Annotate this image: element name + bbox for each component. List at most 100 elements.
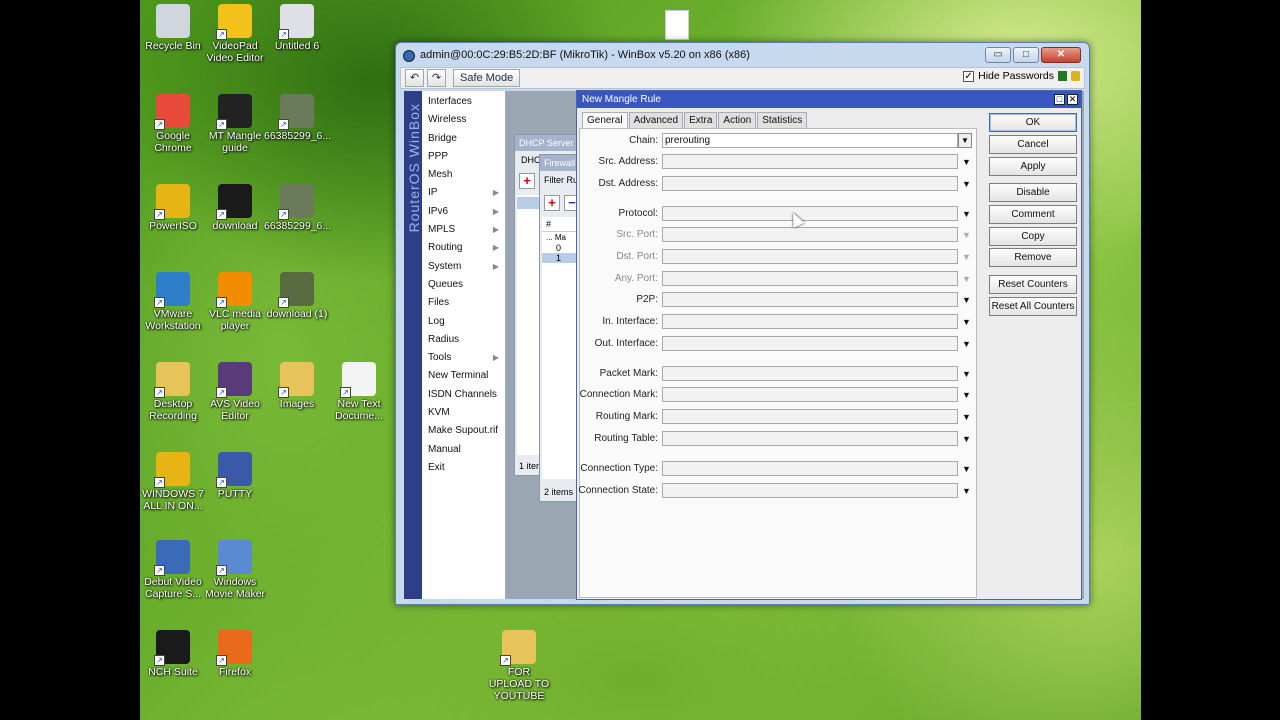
field-input[interactable] <box>662 431 958 446</box>
apply-button[interactable]: Apply <box>989 157 1077 176</box>
desktop-icon[interactable]: ↗ Google Chrome <box>140 94 206 154</box>
copy-button[interactable]: Copy <box>989 227 1077 246</box>
mangle-titlebar[interactable]: New Mangle Rule □ ✕ <box>577 91 1081 108</box>
menu-item[interactable]: Make Supout.rif <box>422 422 505 440</box>
tab-advanced[interactable]: Advanced <box>628 112 684 128</box>
desktop-icon[interactable]: ↗ download (1) <box>264 272 330 320</box>
desktop-icon[interactable]: ↗ Images <box>264 362 330 410</box>
dropdown-arrow-icon[interactable]: ▼ <box>962 339 971 349</box>
remove-button[interactable]: Remove <box>989 248 1077 267</box>
desktop-icon[interactable]: ↗ Desktop Recording <box>140 362 206 422</box>
minimize-button[interactable]: ▭ <box>985 47 1011 63</box>
tab-statistics[interactable]: Statistics <box>757 112 808 128</box>
field-input[interactable]: prerouting <box>662 133 958 148</box>
desktop-icon[interactable]: ↗ VideoPad Video Editor <box>202 4 268 64</box>
menu-item[interactable]: Wireless <box>422 111 505 129</box>
dropdown-arrow-icon[interactable]: ▼ <box>962 464 971 474</box>
desktop-icon[interactable]: Recycle Bin <box>140 4 206 52</box>
reset-all-counters-button[interactable]: Reset All Counters <box>989 297 1077 316</box>
desktop-icon[interactable]: ↗ FOR UPLOAD TO YOUTUBE <box>486 630 552 702</box>
menu-item[interactable]: Bridge <box>422 130 505 148</box>
dropdown-arrow-icon[interactable]: ▼ <box>962 157 971 167</box>
maximize-button[interactable]: □ <box>1013 47 1039 63</box>
ok-button[interactable]: OK <box>989 113 1077 132</box>
desktop-icon[interactable]: ↗ PowerISO <box>140 184 206 232</box>
tab-extra[interactable]: Extra <box>684 112 718 128</box>
field-input[interactable] <box>662 336 958 351</box>
menu-item[interactable]: Manual <box>422 441 505 459</box>
menu-item[interactable]: Mesh <box>422 166 505 184</box>
desktop-icon[interactable]: ↗ New Text Docume... <box>326 362 392 422</box>
desktop-icon[interactable]: ↗ NCH Suite <box>140 630 206 678</box>
mangle-restore-button[interactable]: □ <box>1054 94 1065 105</box>
menu-item[interactable]: PPP <box>422 148 505 166</box>
menu-item[interactable]: Exit <box>422 459 505 477</box>
winbox-titlebar[interactable]: admin@00:0C:29:B5:2D:BF (MikroTik) - Win… <box>396 43 1089 69</box>
desktop-icon[interactable]: ↗ AVS Video Editor <box>202 362 268 422</box>
desktop-icon[interactable]: ↗ MT Mangle guide <box>202 94 268 154</box>
redo-button[interactable]: ↷ <box>427 69 446 87</box>
comment-button[interactable]: Comment <box>989 205 1077 224</box>
hide-passwords[interactable]: ✓ Hide Passwords <box>963 70 1080 82</box>
desktop-icon[interactable]: ↗ 66385299_6... <box>264 184 331 232</box>
menu-item[interactable]: IP ▶ <box>422 184 505 202</box>
tab-general[interactable]: General <box>582 112 628 128</box>
menu-item[interactable]: MPLS ▶ <box>422 221 505 239</box>
desktop-icon[interactable]: ↗ Debut Video Capture S... <box>140 540 206 600</box>
dropdown-arrow-icon[interactable]: ▼ <box>962 317 971 327</box>
field-input[interactable] <box>662 483 958 498</box>
desktop-app-icon: ↗ <box>216 184 252 220</box>
tab-action[interactable]: Action <box>718 112 757 128</box>
menu-item[interactable]: Radius <box>422 331 505 349</box>
dropdown-arrow-icon[interactable]: ▼ <box>962 209 971 219</box>
firewall-add-icon[interactable]: + <box>544 195 560 211</box>
safe-mode-button[interactable]: Safe Mode <box>453 69 521 87</box>
menu-item[interactable]: Routing ▶ <box>422 239 505 257</box>
menu-item[interactable]: Tools ▶ <box>422 349 505 367</box>
desktop-icon[interactable]: ↗ VMware Workstation <box>140 272 206 332</box>
close-button[interactable]: ✕ <box>1041 47 1081 63</box>
mangle-close-button[interactable]: ✕ <box>1067 94 1078 105</box>
desktop-icon[interactable]: ↗ Firefox <box>202 630 268 678</box>
dropdown-arrow-icon[interactable]: ▼ <box>962 486 971 496</box>
menu-item[interactable]: System ▶ <box>422 258 505 276</box>
menu-item[interactable]: Log <box>422 313 505 331</box>
field-input[interactable] <box>662 314 958 329</box>
undo-button[interactable]: ↶ <box>405 69 424 87</box>
desktop-icon[interactable]: ↗ 66385299_6... <box>264 94 331 142</box>
field-input[interactable] <box>662 461 958 476</box>
dropdown-arrow-icon[interactable]: ▼ <box>962 295 971 305</box>
hide-passwords-checkbox[interactable]: ✓ <box>963 70 975 82</box>
menu-item[interactable]: Files <box>422 294 505 312</box>
disable-button[interactable]: Disable <box>989 183 1077 202</box>
reset-counters-button[interactable]: Reset Counters <box>989 275 1077 294</box>
cancel-button[interactable]: Cancel <box>989 135 1077 154</box>
field-input[interactable] <box>662 387 958 402</box>
dropdown-arrow-icon[interactable]: ▼ <box>962 369 971 379</box>
menu-item[interactable]: ISDN Channels <box>422 386 505 404</box>
menu-item[interactable]: IPv6 ▶ <box>422 203 505 221</box>
menu-item[interactable]: Interfaces <box>422 93 505 111</box>
field-input[interactable] <box>662 176 958 191</box>
menu-item[interactable]: Queues <box>422 276 505 294</box>
desktop-icon[interactable]: ↗ VLC media player <box>202 272 268 332</box>
field-row: Src. Port: ▼ <box>580 227 976 243</box>
field-input[interactable] <box>662 366 958 381</box>
dhcp-add-icon[interactable]: + <box>519 173 535 189</box>
dropdown-arrow-icon[interactable]: ▼ <box>962 390 971 400</box>
menu-item[interactable]: KVM <box>422 404 505 422</box>
field-input[interactable] <box>662 154 958 169</box>
desktop-icon[interactable]: ↗ WINDOWS 7 ALL IN ON... <box>140 452 206 512</box>
field-input[interactable] <box>662 292 958 307</box>
desktop-icon[interactable]: ↗ download <box>202 184 268 232</box>
dropdown-arrow-icon[interactable]: ▼ <box>962 412 971 422</box>
dropdown-arrow-icon[interactable]: ▼ <box>962 179 971 189</box>
field-input[interactable] <box>662 206 958 221</box>
desktop-icon[interactable]: ↗ Windows Movie Maker <box>202 540 268 600</box>
menu-item[interactable]: New Terminal <box>422 367 505 385</box>
desktop-icon[interactable]: ↗ Untitled 6 <box>264 4 330 52</box>
dropdown-arrow-icon[interactable]: ▼ <box>958 133 972 148</box>
field-input[interactable] <box>662 409 958 424</box>
desktop-icon[interactable]: ↗ PUTTY <box>202 452 268 500</box>
dropdown-arrow-icon[interactable]: ▼ <box>962 434 971 444</box>
